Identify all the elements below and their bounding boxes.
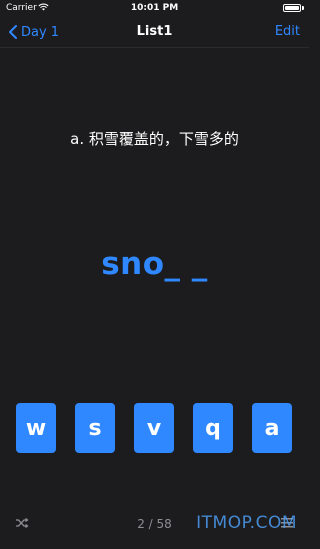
letter-key[interactable]: v: [134, 403, 174, 453]
letter-key[interactable]: w: [16, 403, 56, 453]
clock: 10:01 PM: [130, 3, 179, 13]
letter-key[interactable]: s: [75, 403, 115, 453]
battery-tip: [302, 6, 304, 10]
watermark: ITMOP.COM: [196, 513, 297, 533]
navigation-bar: Day 1 List1 Edit: [0, 16, 309, 48]
back-button-label: Day 1: [21, 24, 60, 40]
quiz-area: a. 积雪覆盖的，下雪多的 sno_ _ w s v q a 2 / 58 IT…: [0, 48, 309, 549]
bottom-toolbar: 2 / 58 ITMOP.COM: [0, 508, 309, 538]
status-bar: Carrier 10:01 PM: [0, 0, 309, 16]
battery-fill: [285, 6, 299, 10]
letter-key[interactable]: a: [252, 403, 292, 453]
word-blanks: sno_ _: [101, 246, 208, 282]
back-button[interactable]: Day 1: [8, 23, 59, 41]
battery-icon: [283, 4, 301, 12]
letter-key[interactable]: q: [193, 403, 233, 453]
edit-button[interactable]: Edit: [275, 24, 300, 39]
letter-keys: w s v q a: [0, 403, 309, 453]
definition-prompt: a. 积雪覆盖的，下雪多的: [70, 130, 239, 148]
chevron-left-icon: [9, 25, 17, 39]
